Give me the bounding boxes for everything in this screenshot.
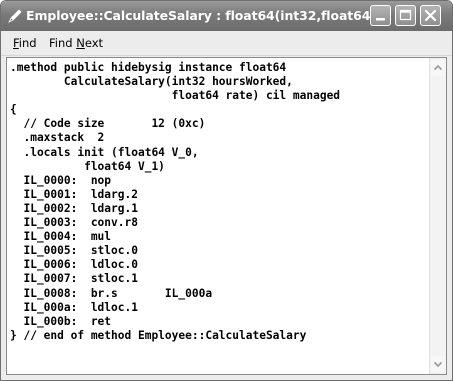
close-button[interactable] [420,5,441,26]
il-code-text[interactable]: .method public hidebysig instance float6… [10,61,426,371]
code-line: .maxstack 2 [10,131,105,145]
code-line: CalculateSalary(int32 hoursWorked, [10,75,293,89]
maximize-icon [399,9,412,21]
close-icon [424,9,437,22]
code-line: IL_0008: br.s IL_000a [10,286,213,300]
code-line: IL_0007: stloc.1 [10,272,138,286]
maximize-button[interactable] [395,5,416,26]
menu-find-next-label-start: Find [49,36,77,50]
vertical-scrollbar[interactable] [429,58,446,374]
code-view[interactable]: .method public hidebysig instance float6… [6,57,447,375]
menu-find-next[interactable]: Find Next [49,36,103,50]
minimize-button[interactable] [370,5,391,26]
pen-icon [7,8,23,24]
menu-find-next-label-end: ext [84,36,104,50]
code-line: float64 rate) cil managed [10,89,341,103]
code-line: IL_0003: conv.r8 [10,216,138,230]
chevron-down-icon [433,361,443,368]
code-line: IL_0000: nop [10,173,112,187]
menu-find[interactable]: Find [13,36,37,50]
code-line: { [10,103,17,117]
code-line: IL_0004: mul [10,230,112,244]
code-line: IL_0005: stloc.0 [10,244,138,258]
code-line: .method public hidebysig instance float6… [10,61,287,74]
code-line: IL_0002: ldarg.1 [10,201,138,215]
scroll-up-button[interactable] [431,60,445,76]
code-line: IL_0001: ldarg.2 [10,187,138,201]
minimize-icon [376,18,385,21]
menu-find-next-mnemonic: N [76,36,85,50]
code-line: .locals init (float64 V_0, [10,145,199,159]
chevron-up-icon [433,64,443,71]
window-title: Employee::CalculateSalary : float64(int3… [26,8,376,23]
menu-bar: Find Find Next [1,31,452,56]
scroll-down-button[interactable] [431,356,445,372]
title-bar[interactable]: Employee::CalculateSalary : float64(int3… [1,1,452,31]
code-line: IL_000b: ret [10,314,112,328]
code-line: IL_0006: ldloc.0 [10,258,138,272]
code-line: // Code size 12 (0xc) [10,117,206,131]
code-line: float64 V_1) [10,159,165,173]
code-line: IL_000a: ldloc.1 [10,300,138,314]
ildasm-window: Employee::CalculateSalary : float64(int3… [0,0,453,381]
code-line: } // end of method Employee::CalculateSa… [10,328,307,342]
menu-find-label: ind [18,36,37,50]
